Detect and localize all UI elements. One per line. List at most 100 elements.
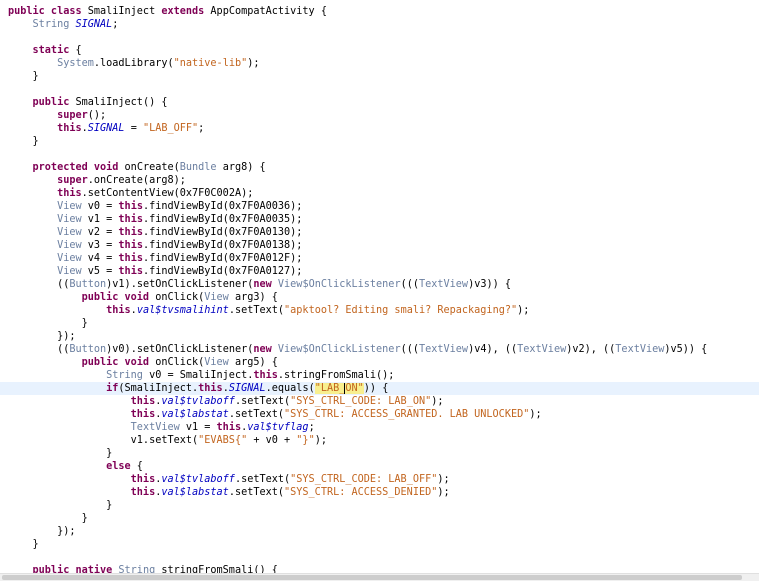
code-token: .findViewById(0x7F0A0138); <box>142 240 303 251</box>
code-line[interactable] <box>0 551 759 564</box>
code-token: "apktool? Editing smali? Repackaging?" <box>284 305 518 316</box>
code-line[interactable]: View v2 = this.findViewById(0x7F0A0130); <box>0 226 759 239</box>
code-token: ; <box>308 422 315 433</box>
code-line[interactable]: this.SIGNAL = "LAB_OFF"; <box>0 122 759 135</box>
code-token: v0 = <box>87 201 119 212</box>
code-token: this <box>8 487 156 498</box>
code-line[interactable]: } <box>0 512 759 525</box>
code-line[interactable]: this.val$labstat.setText("SYS_CTRL: ACCE… <box>0 486 759 499</box>
code-line[interactable]: this.val$tvlaboff.setText("SYS_CTRL_CODE… <box>0 395 759 408</box>
code-line[interactable]: } <box>0 447 759 460</box>
code-line[interactable]: super.onCreate(arg8); <box>0 174 759 187</box>
code-line[interactable]: }); <box>0 525 759 538</box>
code-token: View <box>57 240 88 251</box>
code-line[interactable]: } <box>0 135 759 148</box>
code-token: new <box>253 279 278 290</box>
code-token: View <box>204 357 235 368</box>
code-token: .loadLibrary( <box>93 58 174 69</box>
code-token: ; <box>198 123 205 134</box>
code-line[interactable]: System.loadLibrary("native-lib"); <box>0 57 759 70</box>
code-line[interactable]: super(); <box>0 109 759 122</box>
code-token: View <box>57 253 88 264</box>
code-token: "}" <box>296 435 315 446</box>
code-token: ); <box>437 487 450 498</box>
code-line[interactable]: String v0 = SmaliInject.this.stringFromS… <box>0 369 759 382</box>
code-token: new <box>253 344 278 355</box>
code-token: .setContentView( <box>81 188 180 199</box>
code-token: this <box>8 396 156 407</box>
code-line[interactable]: this.val$tvlaboff.setText("SYS_CTRL_CODE… <box>0 473 759 486</box>
code-token: ); <box>437 474 450 485</box>
code-line[interactable]: public void onClick(View arg5) { <box>0 356 759 369</box>
code-token: (SmaliInject. <box>118 383 199 394</box>
code-line[interactable]: View v4 = this.findViewById(0x7F0A012F); <box>0 252 759 265</box>
code-line[interactable]: protected void onCreate(Bundle arg8) { <box>0 161 759 174</box>
horizontal-scrollbar[interactable] <box>0 573 759 581</box>
code-line[interactable]: } <box>0 499 759 512</box>
code-token: )v3)) { <box>468 279 511 290</box>
horizontal-scrollbar-thumb[interactable] <box>2 575 742 580</box>
code-token: public void <box>8 292 156 303</box>
code-token: this <box>8 123 82 134</box>
code-line[interactable]: String SIGNAL; <box>0 18 759 31</box>
code-line[interactable]: public void onClick(View arg3) { <box>0 291 759 304</box>
code-line[interactable] <box>0 148 759 161</box>
code-token: (); <box>87 110 107 121</box>
code-line[interactable]: } <box>0 70 759 83</box>
code-token: TextView <box>130 422 186 433</box>
code-token: else <box>8 461 131 472</box>
code-token: if <box>8 383 119 394</box>
code-line[interactable]: else { <box>0 460 759 473</box>
code-token: this <box>8 474 156 485</box>
code-token: View <box>57 227 88 238</box>
code-line[interactable]: View v1 = this.findViewById(0x7F0A0035); <box>0 213 759 226</box>
code-token: Bundle <box>179 162 223 173</box>
code-line[interactable]: public class SmaliInject extends AppComp… <box>0 5 759 18</box>
code-line[interactable]: ((Button)v0).setOnClickListener(new View… <box>0 343 759 356</box>
code-token: (( <box>8 344 70 355</box>
code-token: v1 = <box>185 422 217 433</box>
code-token: "SYS_CTRL: ACCESS_GRANTED. LAB UNLOCKED" <box>284 409 530 420</box>
code-token: SmaliInject <box>75 97 143 108</box>
code-line[interactable]: public SmaliInject() { <box>0 96 759 109</box>
code-token: String <box>32 19 76 30</box>
code-token: )v4), (( <box>468 344 518 355</box>
code-line[interactable]: this.val$labstat.setText("SYS_CTRL: ACCE… <box>0 408 759 421</box>
code-line[interactable]: View v5 = this.findViewById(0x7F0A0127); <box>0 265 759 278</box>
code-line[interactable]: ((Button)v1).setOnClickListener(new View… <box>0 278 759 291</box>
code-line[interactable] <box>0 31 759 44</box>
code-line[interactable]: } <box>0 317 759 330</box>
code-line[interactable]: this.setContentView(0x7F0C002A); <box>0 187 759 200</box>
code-line[interactable]: static { <box>0 44 759 57</box>
code-editor[interactable]: public class SmaliInject extends AppComp… <box>0 0 759 573</box>
code-token: public void <box>8 357 156 368</box>
code-line[interactable] <box>0 83 759 96</box>
code-token: SIGNAL <box>87 123 125 134</box>
code-token: .findViewById(0x7F0A0130); <box>142 227 303 238</box>
code-token: .findViewById(0x7F0A012F); <box>142 253 303 264</box>
code-line[interactable]: public native String stringFromSmali() { <box>0 564 759 573</box>
code-token: View <box>57 214 88 225</box>
code-token: this <box>118 227 143 238</box>
code-line[interactable]: }); <box>0 330 759 343</box>
code-token: ; <box>112 19 119 30</box>
code-token: "SYS_CTRL: ACCESS_DENIED" <box>284 487 438 498</box>
code-token: ); <box>247 58 260 69</box>
code-line[interactable]: View v3 = this.findViewById(0x7F0A0138); <box>0 239 759 252</box>
code-line[interactable]: } <box>0 538 759 551</box>
code-token: { <box>130 461 143 472</box>
code-token: 0x7F0C002A <box>179 188 242 199</box>
code-line[interactable]: this.val$tvsmalihint.setText("apktool? E… <box>0 304 759 317</box>
code-token: "SYS_CTRL_CODE: LAB_OFF" <box>290 474 438 485</box>
code-line[interactable]: TextView v1 = this.val$tvflag; <box>0 421 759 434</box>
code-line[interactable]: View v0 = this.findViewById(0x7F0A0036); <box>0 200 759 213</box>
code-token: val$tvlaboff <box>161 474 235 485</box>
code-token: )v5)) { <box>664 344 708 355</box>
code-line[interactable]: if(SmaliInject.this.SIGNAL.equals("LAB_O… <box>0 382 759 395</box>
code-token: TextView <box>418 279 469 290</box>
code-token: this <box>253 370 278 381</box>
code-line[interactable]: v1.setText("EVABS{" + v0 + "}"); <box>0 434 759 447</box>
code-token: .findViewById(0x7F0A0035); <box>142 214 303 225</box>
